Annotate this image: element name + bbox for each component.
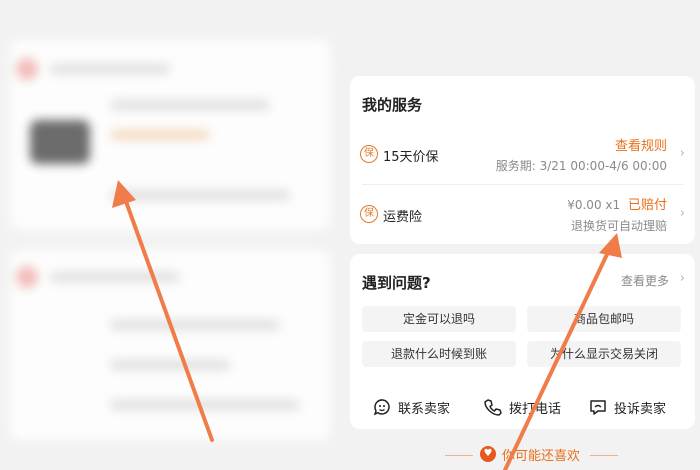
faq-chip[interactable]: 为什么显示交易关闭 xyxy=(527,341,681,367)
service-name: 15天价保 xyxy=(383,150,439,165)
my-services-card: 我的服务 保 15天价保 查看规则 服务期: 3/21 00:00-4/6 00… xyxy=(350,76,695,244)
blurred-order-list xyxy=(0,0,340,470)
blurred-header xyxy=(346,0,700,70)
claim-detail: 退换货可自动理赔 xyxy=(570,219,667,233)
action-label: 拨打电话 xyxy=(509,401,562,417)
blurred-shop-icon xyxy=(16,266,38,288)
chevron-right-icon: › xyxy=(679,206,685,221)
blurred-card xyxy=(10,250,330,440)
claim-status: 已赔付 xyxy=(627,198,667,213)
service-period: 服务期: 3/21 00:00-4/6 00:00 xyxy=(495,159,667,173)
call-button[interactable]: 拨打电话 xyxy=(483,397,561,417)
guarantee-icon: 保 xyxy=(360,145,378,163)
blurred-line xyxy=(110,100,270,110)
faq-title: 遇到问题? xyxy=(362,274,431,292)
chevron-right-icon: › xyxy=(679,146,685,161)
faq-card: 遇到问题? 查看更多 › 定金可以退吗 商品包邮吗 退款什么时候到账 为什么显示… xyxy=(350,254,695,429)
blurred-line xyxy=(110,190,290,200)
recommend-label: 你可能还喜欢 xyxy=(502,449,581,464)
faq-chip[interactable]: 退款什么时候到账 xyxy=(362,341,516,367)
complaint-icon xyxy=(590,400,606,415)
complain-seller-button[interactable]: 投诉卖家 xyxy=(588,397,666,417)
blurred-line xyxy=(110,400,300,410)
chevron-right-icon: › xyxy=(679,271,685,286)
blurred-line xyxy=(50,64,170,74)
divider-line xyxy=(590,455,618,456)
blurred-shop-icon xyxy=(16,58,38,80)
service-name: 运费险 xyxy=(383,210,423,225)
service-row-shipping-insurance[interactable]: 保 运费险 ¥0.00 x1 已赔付 退换货可自动理赔 › xyxy=(350,184,695,244)
action-label: 联系卖家 xyxy=(398,401,451,417)
blurred-line xyxy=(110,130,210,140)
blurred-line xyxy=(50,272,180,282)
claim-info: ¥0.00 x1 已赔付 xyxy=(567,194,667,213)
services-title: 我的服务 xyxy=(362,96,423,114)
price: ¥0.00 xyxy=(567,198,602,212)
blurred-line xyxy=(110,360,230,370)
blurred-card xyxy=(10,40,330,230)
blurred-product-thumb xyxy=(30,120,90,164)
view-rules-link[interactable]: 查看规则 xyxy=(615,135,667,154)
quantity: x1 xyxy=(605,198,621,212)
blurred-line xyxy=(110,320,280,330)
divider-line xyxy=(445,455,473,456)
view-more-link[interactable]: 查看更多 xyxy=(621,272,669,289)
recommend-header: ♥ 你可能还喜欢 xyxy=(350,440,695,470)
heart-icon: ♥ xyxy=(480,446,496,462)
chat-face-icon xyxy=(373,399,390,416)
faq-chip[interactable]: 商品包邮吗 xyxy=(527,306,681,332)
guarantee-icon: 保 xyxy=(360,205,378,223)
contact-seller-button[interactable]: 联系卖家 xyxy=(372,397,450,417)
faq-chip[interactable]: 定金可以退吗 xyxy=(362,306,516,332)
phone-icon xyxy=(484,399,502,416)
action-label: 投诉卖家 xyxy=(614,401,667,417)
